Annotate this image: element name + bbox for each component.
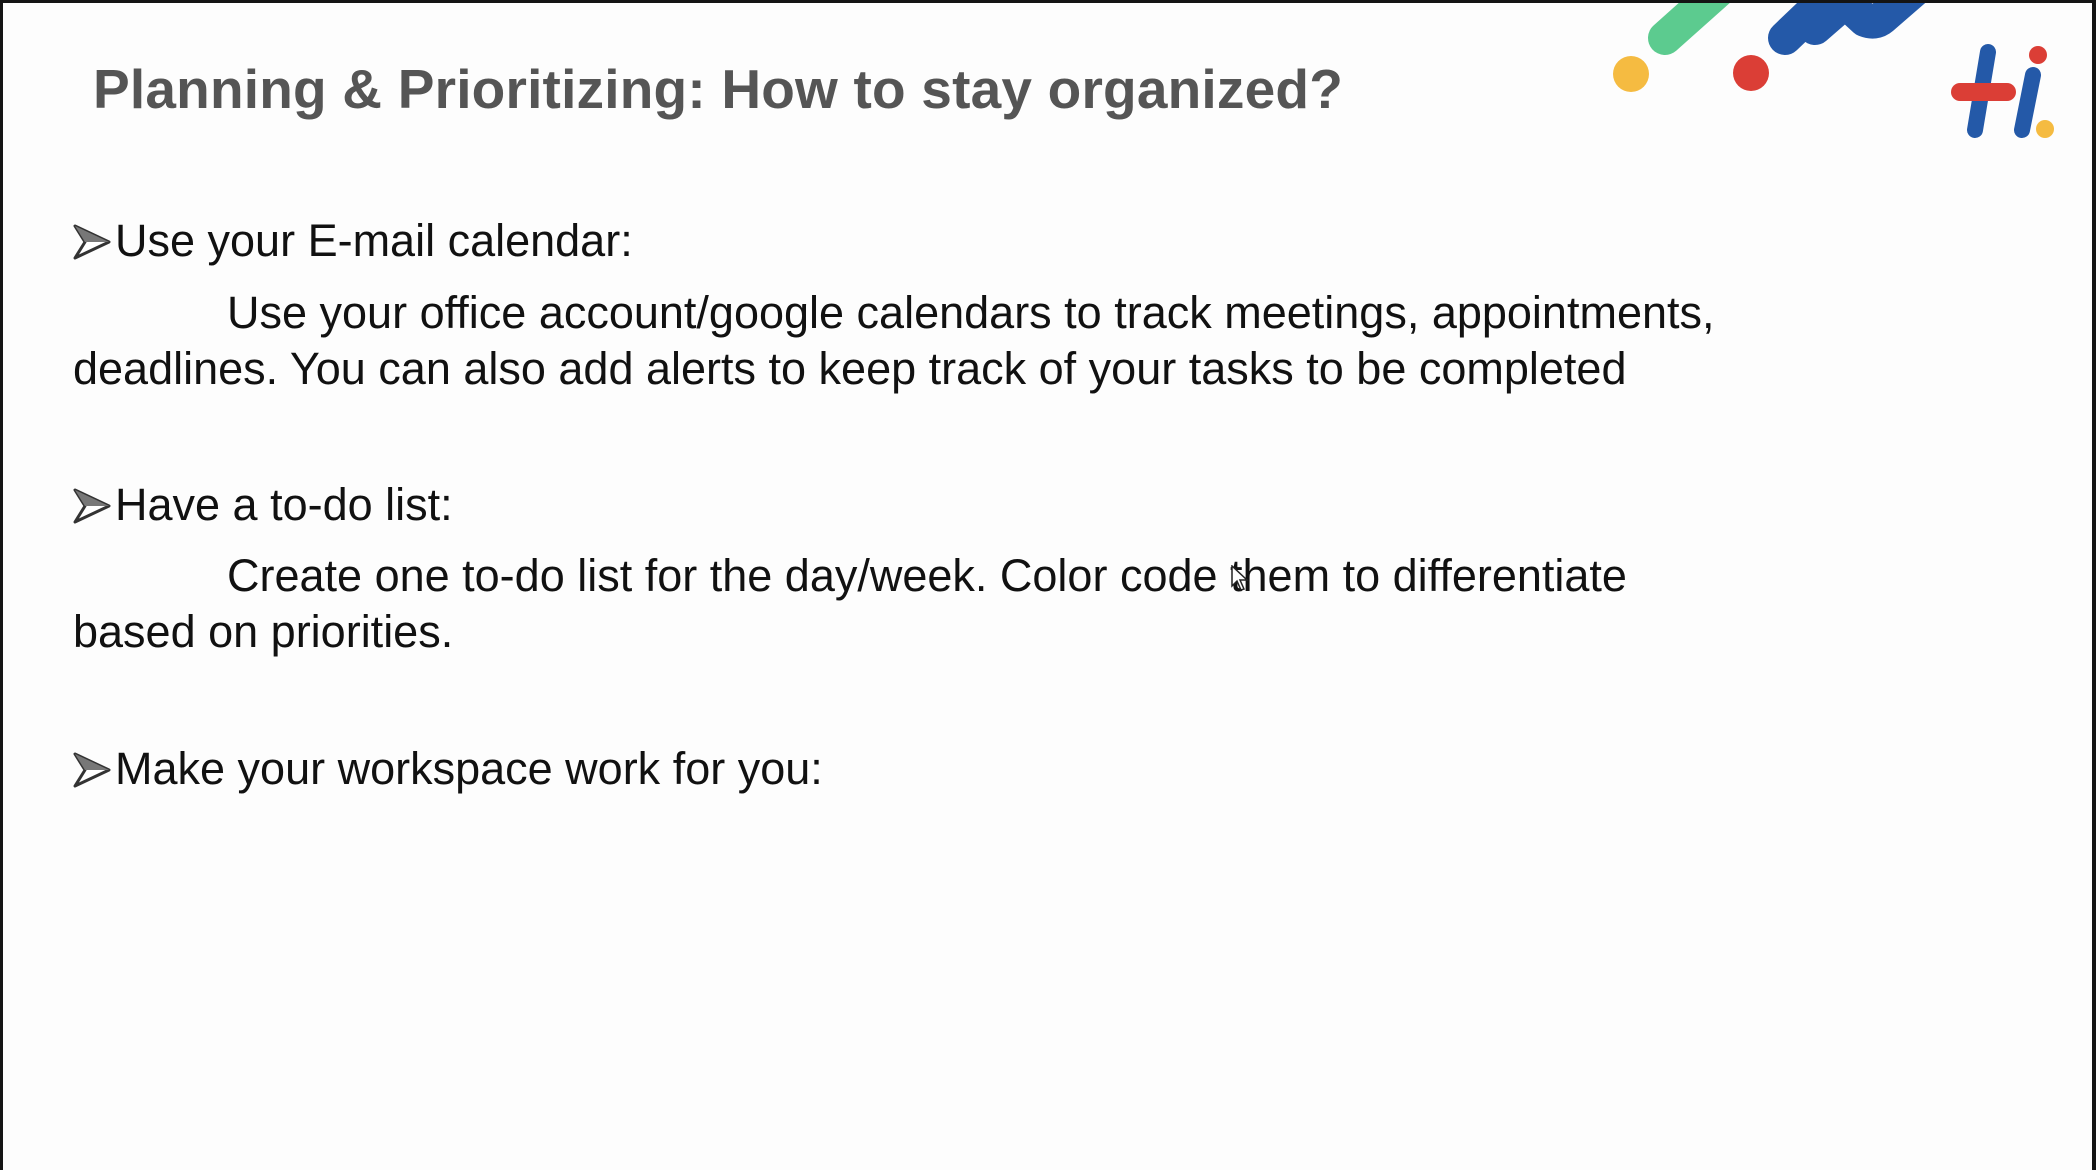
body-line: based on priorities. [73,606,454,657]
body-line: Create one to-do list for the day/week. … [227,550,1627,601]
heading-text: Use your E-mail calendar: [115,215,633,266]
bullet-heading-email-calendar: Use your E-mail calendar: [73,215,633,267]
decorative-shapes-and-logo [1613,3,2054,138]
arrowhead-bullet-icon [73,752,111,788]
blue-stripe [1768,3,1926,55]
green-stripe [1648,3,1730,55]
mouse-pointer-icon [1231,565,1249,591]
bullet-heading-todo-list: Have a to-do list: [73,479,453,531]
heading-text: Have a to-do list: [115,479,453,530]
body-line: deadlines. You can also add alerts to ke… [73,343,1627,394]
heading-text: Make your workspace work for you: [115,743,823,794]
hi-logo [1951,44,2054,138]
body-line: Use your office account/google calendars… [227,287,1715,338]
yellow-dot [1613,56,1649,92]
red-dot [1733,55,1769,91]
slide-title: Planning & Prioritizing: How to stay org… [93,58,1343,120]
bullet-heading-workspace: Make your workspace work for you: [73,743,823,795]
arrowhead-bullet-icon [73,488,111,524]
arrowhead-bullet-icon [73,224,111,260]
presentation-slide: Planning & Prioritizing: How to stay org… [3,3,2092,1170]
